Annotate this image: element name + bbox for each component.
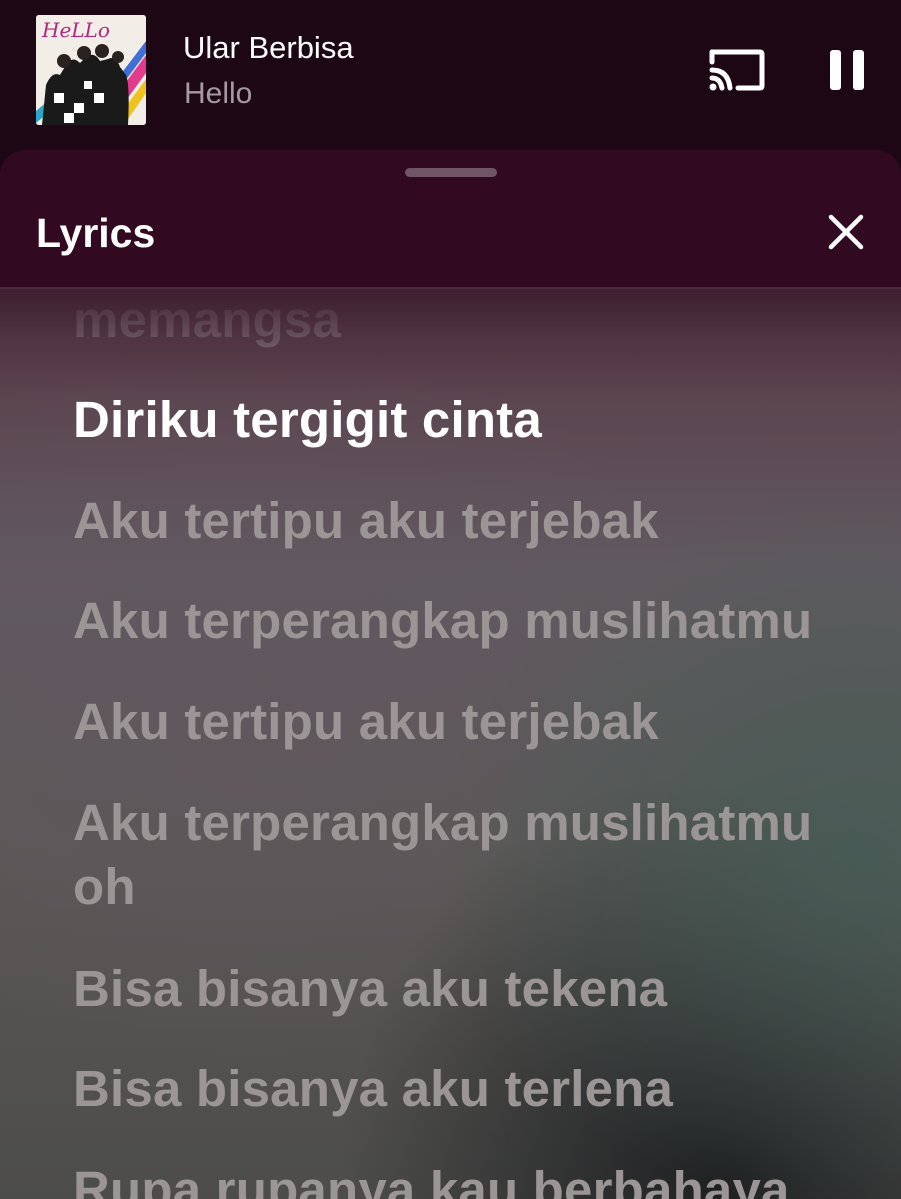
- lyric-line[interactable]: Aku terperangkap muslihatmu: [73, 589, 873, 653]
- lyric-line[interactable]: Aku terperangkap muslihatmu oh: [73, 791, 873, 919]
- lyric-line[interactable]: memangsa: [73, 288, 873, 352]
- lyric-line[interactable]: Aku tertipu aku terjebak: [73, 690, 873, 754]
- lyric-line[interactable]: Aku tertipu aku terjebak: [73, 489, 873, 553]
- album-cover-image: HeLLo: [36, 15, 146, 125]
- lyrics-list[interactable]: memangsa Diriku tergigit cinta Aku terti…: [0, 150, 901, 1199]
- lyrics-title: Lyrics: [36, 210, 156, 256]
- screen: HeLLo Ular Berbisa Hello memangsa Diriku…: [0, 0, 901, 1199]
- cast-button[interactable]: [700, 40, 772, 100]
- lyric-line[interactable]: Bisa bisanya aku tekena: [73, 957, 873, 1021]
- close-icon: [828, 214, 864, 250]
- cast-icon: [709, 49, 765, 91]
- track-artist[interactable]: Hello: [184, 77, 252, 111]
- pause-button[interactable]: [818, 40, 876, 100]
- mini-player[interactable]: HeLLo Ular Berbisa Hello: [0, 0, 901, 150]
- album-art[interactable]: HeLLo: [36, 15, 146, 125]
- lyric-line-current[interactable]: Diriku tergigit cinta: [73, 388, 873, 452]
- drag-handle[interactable]: [405, 168, 497, 177]
- track-title[interactable]: Ular Berbisa: [183, 30, 354, 66]
- lyric-line[interactable]: Bisa bisanya aku terlena: [73, 1057, 873, 1121]
- close-button[interactable]: [822, 208, 870, 256]
- lyric-line[interactable]: Rupa rupanya kau berbahaya: [73, 1158, 873, 1199]
- pause-icon: [830, 50, 864, 90]
- album-logo-text: HeLLo: [41, 18, 110, 42]
- lyrics-sheet: memangsa Diriku tergigit cinta Aku terti…: [0, 150, 901, 1199]
- lyrics-sheet-header: Lyrics: [0, 150, 901, 289]
